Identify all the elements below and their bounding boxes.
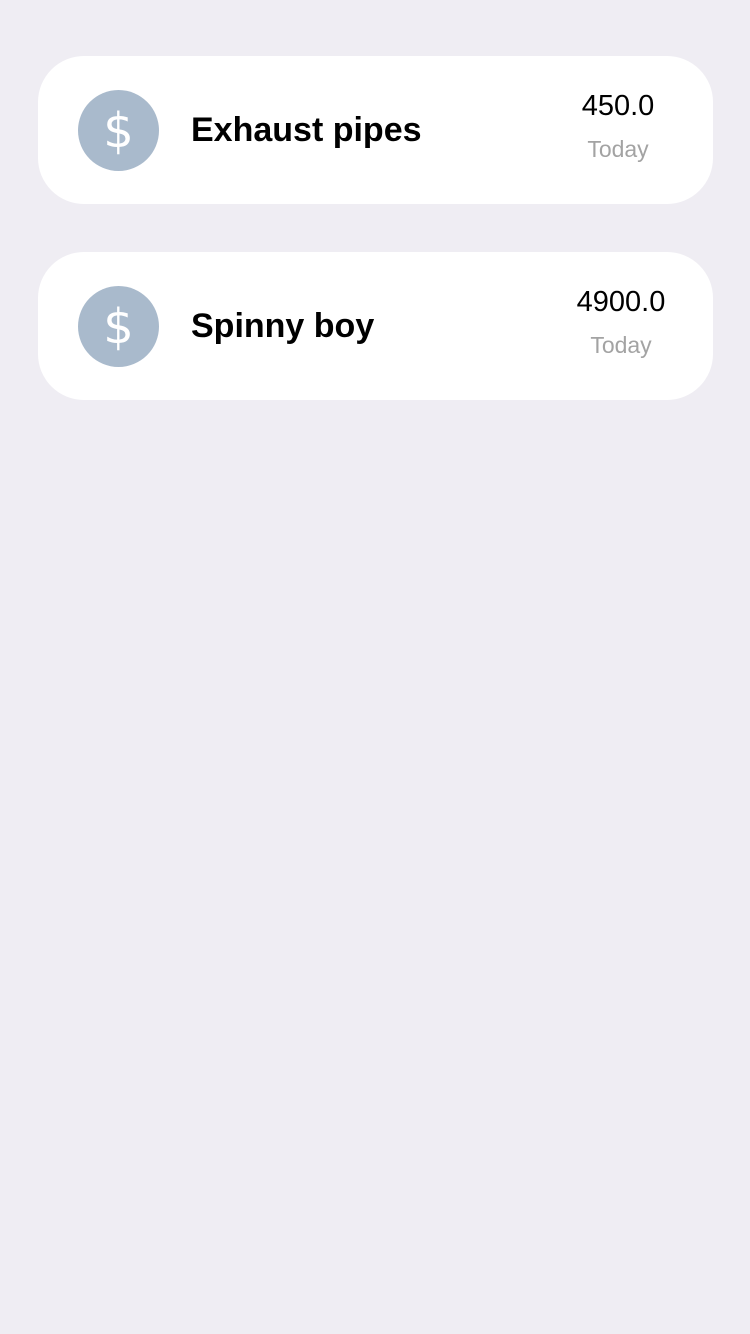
dollar-glyph: $ [103, 298, 134, 355]
transaction-card[interactable]: $ Spinny boy 4900.0 Today [38, 252, 713, 400]
transaction-title: Exhaust pipes [191, 110, 422, 149]
transaction-list: $ Exhaust pipes 450.0 Today $ Spinny boy… [38, 56, 713, 448]
transaction-amount: 4900.0 [576, 286, 666, 318]
transaction-meta: 4900.0 Today [561, 282, 681, 360]
dollar-icon: $ [78, 90, 159, 171]
transaction-meta: 450.0 Today [563, 86, 673, 164]
transaction-title: Spinny boy [191, 306, 375, 345]
transaction-card[interactable]: $ Exhaust pipes 450.0 Today [38, 56, 713, 204]
transaction-amount: 450.0 [581, 90, 655, 122]
dollar-glyph: $ [103, 102, 134, 159]
transaction-date: Today [590, 332, 652, 358]
dollar-icon: $ [78, 286, 159, 367]
transaction-date: Today [587, 136, 649, 162]
